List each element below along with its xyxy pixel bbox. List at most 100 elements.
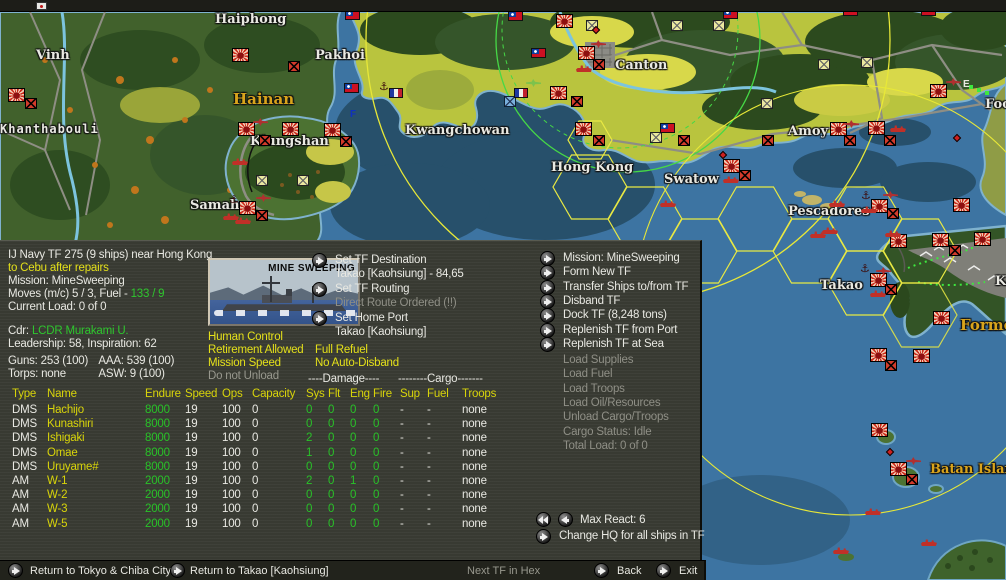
arrow-icon[interactable] (540, 265, 555, 281)
japanese-unit-icon[interactable] (723, 159, 740, 173)
roc-flag-icon[interactable] (508, 11, 523, 21)
roc-flag-icon[interactable] (531, 48, 546, 58)
base-x-icon[interactable] (593, 135, 605, 146)
arrow-icon[interactable] (8, 563, 23, 578)
base-x-icon[interactable] (739, 170, 751, 181)
react-min-button[interactable] (536, 512, 551, 527)
react-decrease-button[interactable] (558, 512, 573, 527)
ship-name[interactable]: Omae (47, 447, 78, 459)
menu-item-label[interactable]: Disband TF (563, 295, 620, 307)
task-force-icon[interactable] (890, 125, 906, 132)
base-x-icon[interactable] (949, 245, 961, 256)
ship-name[interactable]: W-5 (47, 518, 67, 530)
table-row[interactable]: DMS Ishigaki 8000 19 100 0 2 0 0 0 - - none (0, 432, 520, 446)
base-x-icon[interactable] (906, 474, 918, 485)
japanese-unit-icon[interactable] (239, 201, 256, 215)
task-force-icon[interactable] (885, 230, 901, 237)
arrow-icon[interactable] (656, 563, 671, 578)
air-unit-icon[interactable] (906, 457, 921, 465)
retirement-label[interactable]: Retirement Allowed (208, 344, 312, 356)
base-x-icon[interactable] (25, 98, 37, 109)
japanese-unit-icon[interactable] (933, 311, 950, 325)
air-unit-icon[interactable] (883, 191, 898, 199)
resource-icon[interactable] (650, 132, 662, 143)
task-force-icon[interactable] (822, 227, 838, 234)
base-x-icon[interactable] (887, 208, 899, 219)
arrow-icon[interactable] (312, 311, 327, 326)
cdr-name[interactable]: LCDR Murakami U. (32, 325, 129, 337)
arrow-icon[interactable] (312, 253, 327, 268)
menu-item-label[interactable]: Dock TF (8,248 tons) (563, 309, 667, 321)
japanese-unit-icon[interactable] (930, 84, 947, 98)
arrow-icon[interactable] (540, 322, 555, 338)
arrow-icon[interactable] (594, 563, 609, 578)
table-row[interactable]: DMS Hachijo 8000 19 100 0 0 0 0 0 - - none (0, 404, 520, 418)
menu-item-label[interactable]: Form New TF (563, 266, 631, 278)
ship-name[interactable]: W-1 (47, 475, 67, 487)
unload-state[interactable]: Do not Unload (208, 370, 279, 382)
task-force-icon[interactable] (723, 176, 739, 183)
task-force-icon[interactable] (223, 213, 239, 220)
task-force-icon[interactable] (660, 200, 676, 207)
task-force-icon[interactable] (232, 158, 248, 165)
japanese-unit-icon[interactable] (974, 232, 991, 246)
japanese-unit-icon[interactable] (913, 349, 930, 363)
table-row[interactable]: DMS Omae 8000 19 100 0 1 0 0 0- - none (0, 447, 520, 461)
japanese-unit-icon[interactable] (868, 121, 885, 135)
resource-icon[interactable] (297, 175, 309, 186)
air-unit-icon[interactable] (256, 194, 271, 202)
menu-item-label[interactable]: Change HQ for all ships in TF (559, 530, 705, 542)
resource-icon[interactable] (818, 59, 830, 70)
air-unit-icon[interactable] (526, 79, 541, 87)
arrow-icon[interactable] (312, 282, 327, 297)
japanese-unit-icon[interactable] (578, 46, 595, 60)
base-x-icon[interactable] (256, 210, 268, 221)
control-state[interactable]: Human Control (208, 331, 283, 343)
ship-name[interactable]: Ishigaki (47, 432, 85, 444)
japanese-unit-icon[interactable] (953, 198, 970, 212)
menu-item-label[interactable]: Set Home Port (335, 312, 408, 324)
task-force-icon[interactable] (921, 539, 937, 546)
ship-name[interactable]: W-2 (47, 489, 67, 501)
base-x-icon[interactable] (340, 136, 352, 147)
menu-item-label[interactable]: Transfer Ships to/from TF (563, 281, 689, 293)
base-x-icon[interactable] (678, 135, 690, 146)
arrow-icon[interactable] (170, 563, 185, 578)
base-x-icon[interactable] (884, 135, 896, 146)
japanese-unit-icon[interactable] (282, 122, 299, 136)
task-force-icon[interactable] (870, 290, 886, 297)
resource-icon[interactable] (713, 20, 725, 31)
auto-disband-state[interactable]: No Auto-Disband (315, 357, 399, 369)
resource-icon[interactable] (761, 98, 773, 109)
task-force-icon[interactable] (576, 65, 592, 72)
japanese-unit-icon[interactable] (8, 88, 25, 102)
french-flag-icon[interactable] (389, 88, 403, 98)
table-row[interactable]: AM W-5 2000 19 100 0 0 0 0 0 - - none (0, 518, 520, 532)
base-x-icon[interactable] (571, 96, 583, 107)
base-x-icon[interactable] (593, 59, 605, 70)
arrow-icon[interactable] (540, 336, 555, 352)
resource-icon[interactable] (256, 175, 268, 186)
ship-name[interactable]: Uruyame# (47, 461, 99, 473)
base-x-icon[interactable] (844, 135, 856, 146)
base-x-icon[interactable] (288, 61, 300, 72)
japanese-unit-icon[interactable] (890, 462, 907, 476)
base-x-icon[interactable] (885, 360, 897, 371)
resource-icon[interactable] (861, 57, 873, 68)
menu-item-label[interactable]: Set TF Routing (335, 283, 410, 295)
air-unit-icon[interactable] (946, 78, 961, 86)
table-row[interactable]: DMS Kunashiri 8000 19 100 0 0 0 0 0 - - none (0, 418, 520, 432)
roc-flag-icon[interactable] (660, 123, 675, 133)
japanese-unit-icon[interactable] (556, 14, 573, 28)
ship-name[interactable]: Kunashiri (47, 418, 93, 430)
back-button[interactable]: Back (617, 565, 641, 577)
menu-item-label[interactable]: Replenish TF at Sea (563, 338, 664, 350)
japanese-unit-icon[interactable] (238, 122, 255, 136)
japanese-unit-icon[interactable] (232, 48, 249, 62)
ship-name[interactable]: Hachijo (47, 404, 84, 416)
refuel-state[interactable]: Full Refuel (315, 344, 368, 356)
japanese-unit-icon[interactable] (575, 122, 592, 136)
arrow-icon[interactable] (540, 293, 555, 309)
base-x-icon[interactable] (885, 284, 897, 295)
task-force-icon[interactable] (865, 508, 881, 515)
